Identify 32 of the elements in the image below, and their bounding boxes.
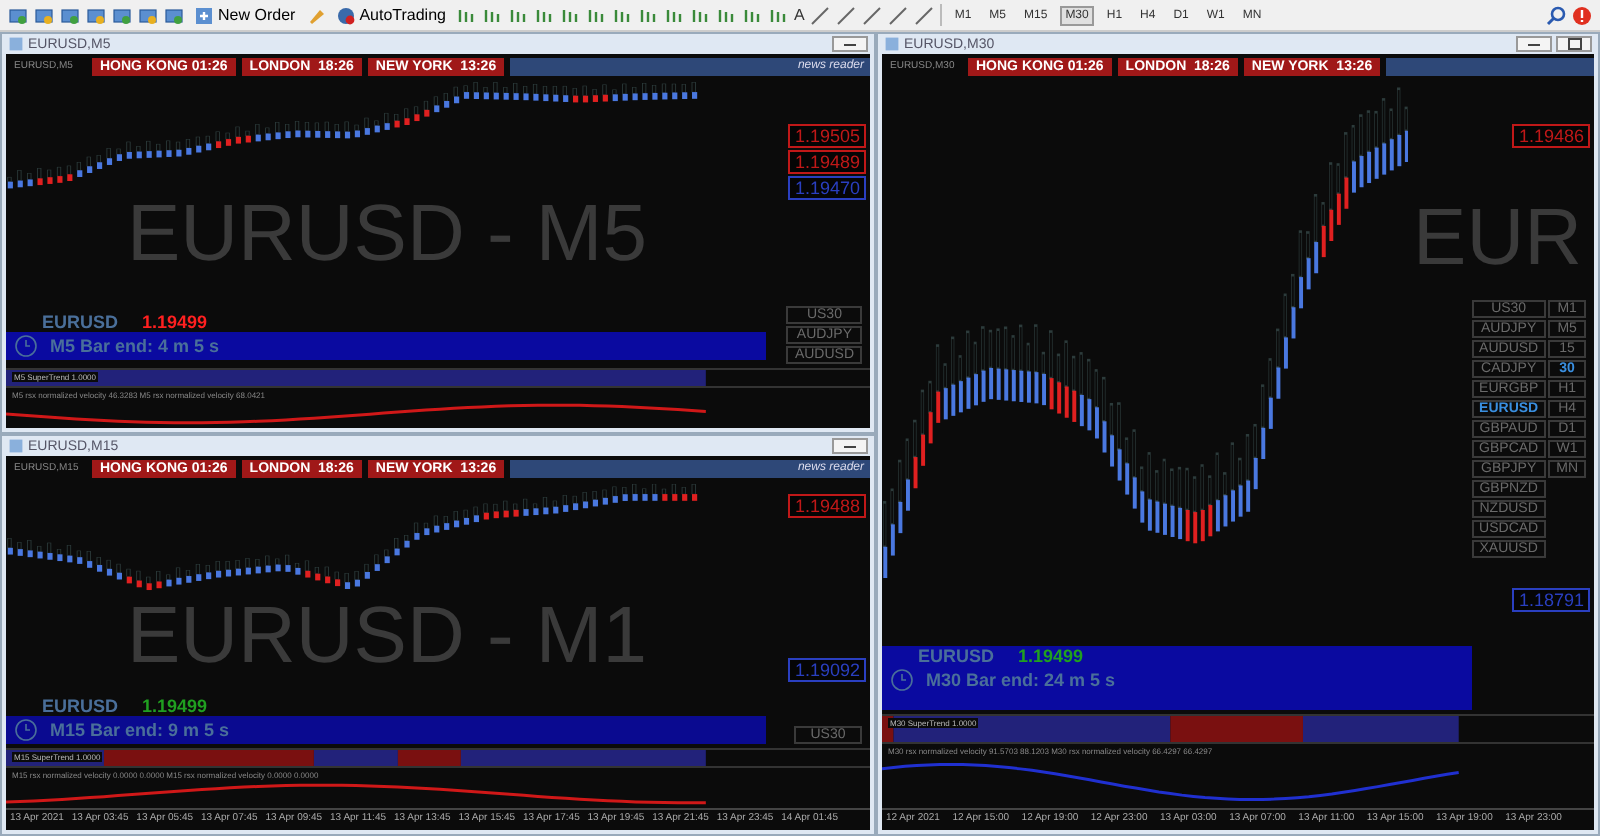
new-order-button[interactable]: New Order [190, 2, 300, 28]
symbol-price: 1.19499 [1018, 646, 1084, 666]
price-label: 1.19486 [1512, 124, 1590, 148]
chart-window-icon [8, 438, 24, 454]
symbol-name: EURUSD [42, 312, 119, 332]
restore-button[interactable] [1556, 36, 1592, 52]
symbol-name: EURUSD [918, 646, 995, 666]
bar-end-countdown: M30 Bar end: 24 m 5 s [926, 670, 1116, 690]
autotrading-button[interactable]: AutoTrading [331, 2, 450, 28]
trend-line-icon[interactable] [862, 5, 883, 25]
alert-icon[interactable] [1572, 5, 1592, 25]
price-label: 1.19489 [788, 150, 866, 174]
price-label: 1.19505 [788, 124, 866, 148]
new-chart-icon[interactable] [8, 5, 28, 25]
minimize-button[interactable] [1516, 36, 1552, 52]
chart-window-icon [884, 36, 900, 52]
text-tool[interactable]: A [793, 6, 805, 24]
price-label: 1.19470 [788, 176, 866, 200]
bar-end-countdown: M15 Bar end: 9 m 5 s [50, 720, 230, 740]
price-label: 1.18791 [1512, 588, 1590, 612]
symbol-price: 1.19499 [142, 312, 208, 332]
search-icon[interactable] [1546, 5, 1566, 25]
minimize-button[interactable] [832, 36, 868, 52]
chart-window-icon [8, 36, 24, 52]
bar-end-countdown: M5 Bar end: 4 m 5 s [50, 336, 220, 356]
price-label: 1.19092 [788, 658, 866, 682]
symbol-price: 1.19499 [142, 696, 208, 716]
minimize-button[interactable] [832, 438, 868, 454]
symbol-name: EURUSD [42, 696, 119, 716]
price-label: 1.19488 [788, 494, 866, 518]
plus-document-icon [194, 5, 214, 25]
bar-chart-icon[interactable] [455, 5, 476, 25]
